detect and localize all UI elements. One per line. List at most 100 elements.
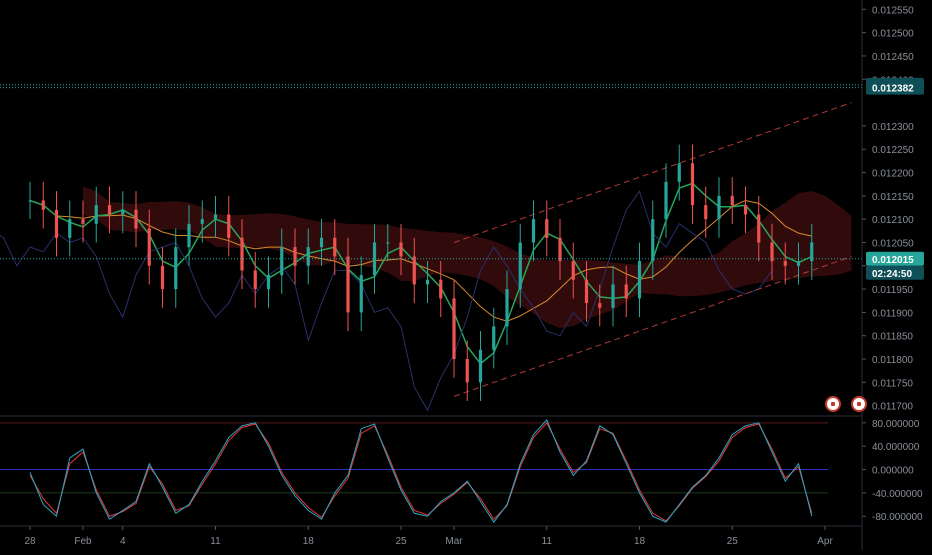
- candle-body: [147, 228, 151, 266]
- candle-body: [187, 223, 191, 248]
- price-tick-label: 0.011950: [872, 285, 913, 296]
- candle-body: [346, 256, 350, 313]
- time-tick-label: Apr: [817, 536, 833, 547]
- candle-body: [505, 289, 509, 327]
- candle-body: [41, 200, 45, 210]
- candle-body: [651, 219, 655, 262]
- candle-body: [439, 279, 443, 299]
- candle-body: [478, 349, 483, 383]
- candle-body: [359, 275, 363, 313]
- time-tick-label: 25: [395, 536, 407, 547]
- candle-body: [664, 181, 668, 220]
- candle-body: [227, 214, 231, 238]
- cloud-area: [83, 186, 852, 328]
- price-tick-label: 0.011850: [872, 332, 913, 343]
- chart-canvas[interactable]: 80.000000 40.000000 0.000000 -40.000000 -80.…: [0, 0, 932, 550]
- time-tick-label: 4: [120, 536, 126, 547]
- osc-d-line: [29, 421, 813, 522]
- time-tick-label: 18: [303, 536, 315, 547]
- price-label: 0.012382: [872, 84, 914, 95]
- candle-body: [28, 200, 32, 202]
- candle-body: [213, 214, 218, 220]
- osc-tick-label: 0.000000: [872, 466, 914, 477]
- candle-body: [134, 209, 138, 229]
- candle-body: [717, 195, 721, 220]
- candle-body: [253, 270, 257, 290]
- price-tick-label: 0.012450: [872, 52, 914, 63]
- candle-body: [558, 237, 562, 262]
- candle-body: [293, 247, 297, 266]
- price-tick-label: 0.012100: [872, 215, 914, 226]
- price-tick-label: 0.011800: [872, 355, 913, 366]
- event-flag-icon[interactable]: [851, 396, 867, 412]
- candle-body: [399, 242, 403, 257]
- candle-body: [306, 247, 310, 266]
- candle-body: [545, 219, 549, 238]
- candle-body: [240, 237, 244, 271]
- candle-body: [624, 284, 628, 299]
- osc-tick-label: 40.000000: [872, 442, 920, 453]
- price-tick-label: 0.012500: [872, 29, 914, 40]
- chart-area[interactable]: 80.000000 40.000000 0.000000 -40.000000 -80.…: [0, 0, 932, 550]
- price-tick-label: 0.011900: [872, 308, 913, 319]
- candle-body: [704, 205, 708, 220]
- price-tick-label: 0.012050: [872, 238, 914, 249]
- candle-body: [584, 279, 589, 304]
- ichimoku-cloud: [83, 186, 852, 328]
- candle-body: [770, 242, 774, 262]
- price-tick-label: 0.011750: [872, 378, 913, 389]
- time-tick-label: 28: [24, 536, 36, 547]
- candle-body: [677, 163, 681, 182]
- candle-body: [611, 284, 615, 308]
- candle-body: [121, 209, 125, 215]
- candle-body: [492, 326, 496, 350]
- candle-body: [319, 237, 324, 248]
- candle-body: [160, 265, 165, 290]
- price-tick-label: 0.012200: [872, 169, 914, 180]
- candle-body: [571, 261, 575, 280]
- candle-body: [783, 261, 787, 266]
- candle-body: [174, 247, 178, 290]
- time-tick-label: 25: [727, 536, 739, 547]
- time-axis: 28 Feb 4 11 18 25 Mar 11 18 25 Apr: [24, 526, 833, 547]
- candle-body: [81, 219, 85, 224]
- price-tick-label: 0.012250: [872, 145, 914, 156]
- event-flag-icon[interactable]: [825, 396, 841, 412]
- candle-body: [200, 219, 204, 224]
- osc-tick-label: -80.000000: [872, 512, 923, 523]
- price-tick-label: 0.012300: [872, 122, 914, 133]
- osc-tick-label: -40.000000: [872, 489, 923, 500]
- candle-body: [452, 298, 456, 360]
- candle-body: [690, 163, 695, 206]
- price-label: 0.012015: [872, 255, 914, 266]
- candle-body: [730, 195, 734, 206]
- time-tick-label: 18: [634, 536, 646, 547]
- price-tick-label: 0.012550: [872, 5, 914, 16]
- candle-body: [266, 275, 271, 290]
- candle-body: [94, 205, 98, 224]
- candle-body: [386, 242, 390, 244]
- time-tick-label: Feb: [74, 536, 92, 547]
- candle-body: [637, 261, 642, 299]
- candle-body: [598, 303, 602, 308]
- grid: [0, 415, 862, 527]
- candle-body: [68, 219, 72, 238]
- time-tick-label: 11: [210, 536, 221, 547]
- time-tick-label: 11: [542, 536, 553, 547]
- candle-body: [412, 256, 416, 285]
- price-tick-label: 0.012150: [872, 192, 914, 203]
- price-label: 02:24:50: [872, 269, 912, 280]
- candle-body: [425, 279, 430, 285]
- candle-body: [531, 219, 536, 243]
- osc-tick-label: 80.000000: [872, 419, 920, 430]
- candle-body: [796, 261, 801, 266]
- candle-body: [465, 359, 469, 383]
- candle-body: [54, 209, 59, 238]
- time-tick-label: Mar: [445, 536, 463, 547]
- candle-body: [107, 205, 112, 215]
- oscillator-pane: 80.000000 40.000000 0.000000 -40.000000 -80.…: [0, 419, 923, 523]
- candle-body: [518, 242, 522, 290]
- candle-body: [280, 247, 284, 276]
- price-tick-label: 0.011700: [872, 402, 913, 413]
- candle-body: [757, 214, 761, 243]
